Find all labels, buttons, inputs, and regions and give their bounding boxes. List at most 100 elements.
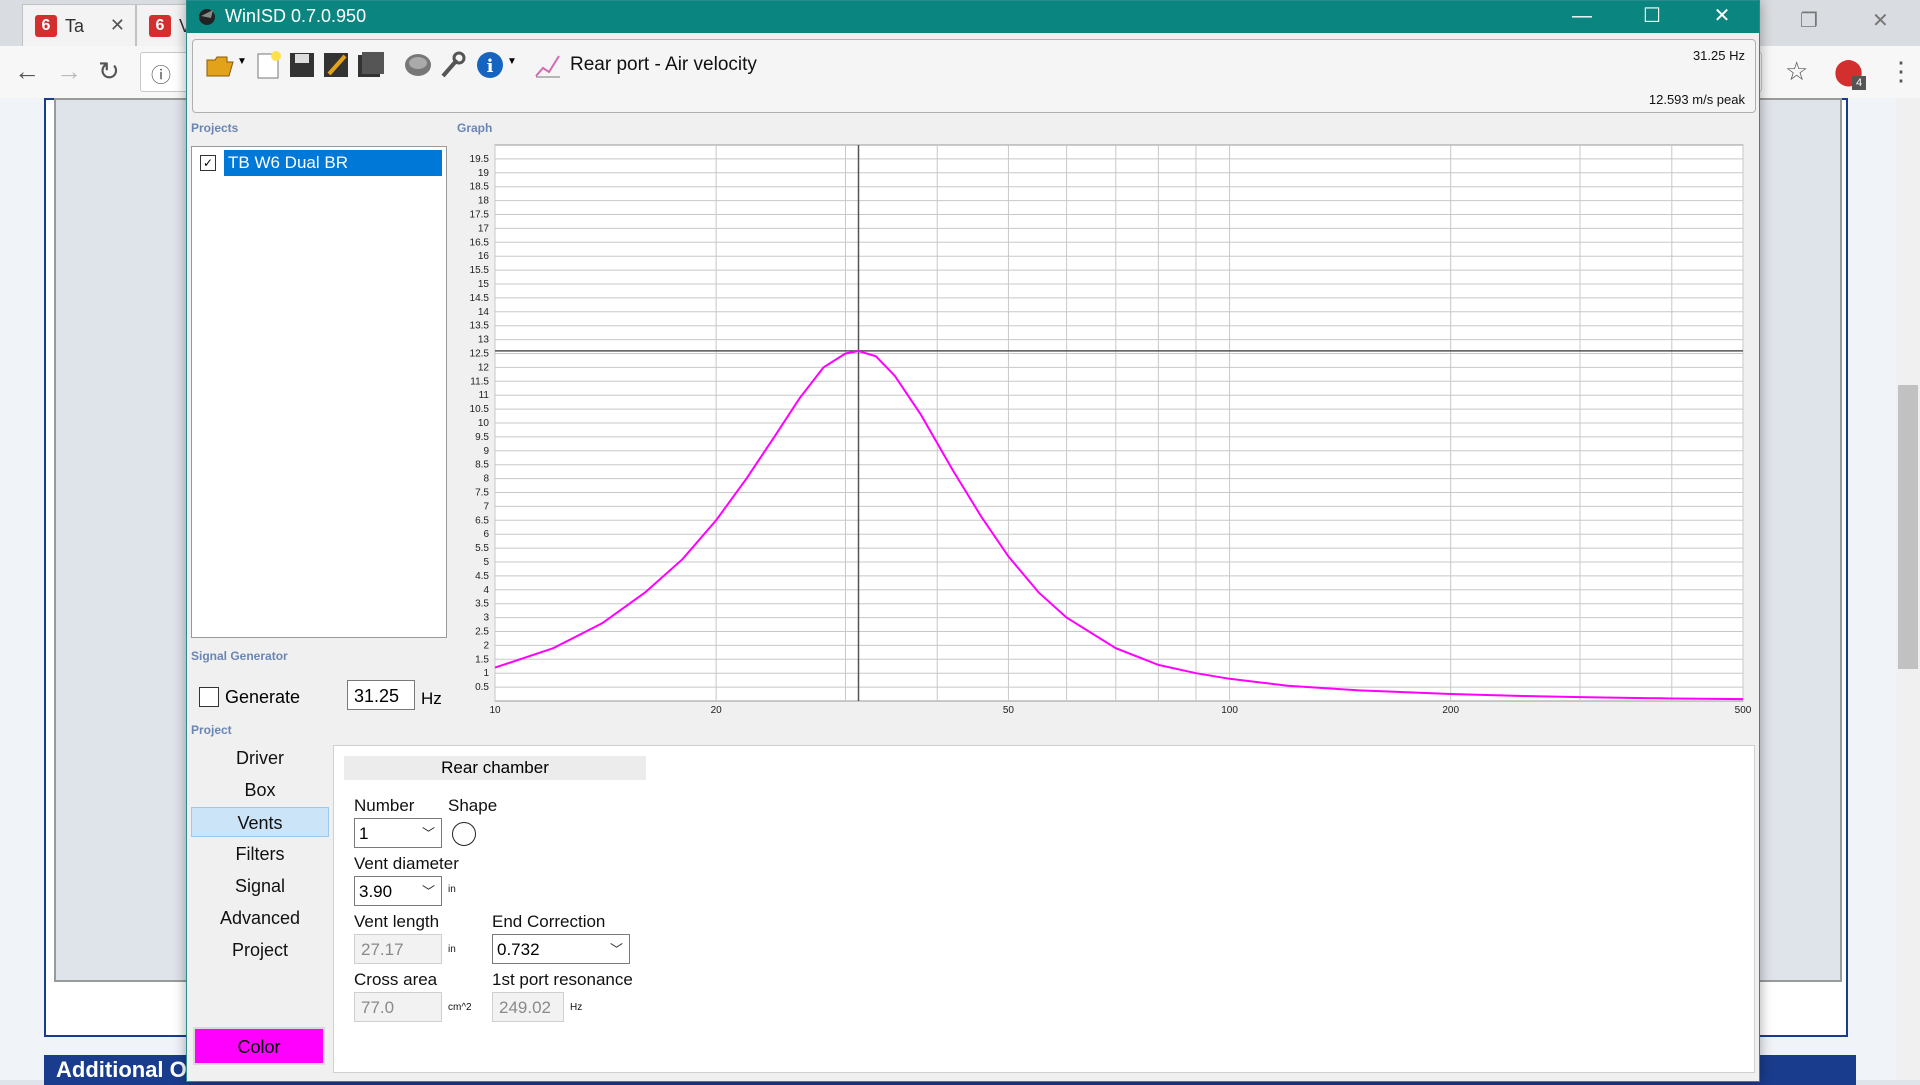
color-button[interactable]: Color	[193, 1027, 325, 1065]
nav-item-box[interactable]: Box	[191, 775, 329, 805]
close-icon[interactable]: ✕	[1872, 8, 1889, 33]
close-button[interactable]: ✕	[1687, 1, 1757, 33]
graph-type-label[interactable]: Rear port - Air velocity	[570, 54, 757, 76]
chevron-down-icon[interactable]: ▼	[237, 56, 247, 67]
project-section-label: Project	[191, 723, 232, 737]
y-tick-label: 6.5	[475, 515, 489, 526]
project-nav: Driver Box Vents Filters Signal Advanced…	[191, 743, 329, 967]
project-checkbox[interactable]: ✓	[200, 155, 216, 171]
y-tick-label: 14.5	[470, 293, 490, 304]
chevron-down-icon[interactable]: ▼	[507, 56, 517, 67]
save-as-icon[interactable]	[321, 50, 351, 80]
cross-area-unit: cm^2	[448, 1002, 472, 1013]
cross-area-field: 77.0	[354, 992, 442, 1022]
signal-generator-section-label: Signal Generator	[191, 649, 288, 663]
info-icon[interactable]: i	[475, 50, 505, 80]
end-correction-select[interactable]: 0.732 ﹀	[492, 934, 630, 964]
y-tick-label: 1.5	[475, 654, 489, 665]
new-project-icon[interactable]	[253, 50, 283, 80]
shape-label: Shape	[448, 796, 498, 815]
y-tick-label: 12.5	[470, 349, 490, 360]
projects-list[interactable]: ✓ TB W6 Dual BR	[191, 146, 447, 638]
chevron-down-icon: ﹀	[609, 942, 623, 957]
end-correction-label: End Correction	[492, 912, 606, 931]
y-tick-label: 19.5	[470, 154, 490, 165]
extension-badge: 4	[1852, 76, 1866, 90]
y-tick-label: 7.5	[475, 488, 489, 499]
browser-tab[interactable]: 6 Ta ✕	[22, 4, 136, 47]
driver-editor-icon[interactable]	[403, 50, 433, 80]
cursor-frequency: 31.25 Hz	[1692, 48, 1745, 63]
info-icon[interactable]: ⓘ	[151, 59, 171, 88]
port-resonance-label: 1st port resonance	[492, 970, 633, 989]
air-velocity-graph[interactable]: 0.511.522.533.544.555.566.577.588.599.51…	[455, 141, 1755, 721]
rear-chamber-header: Rear chamber	[344, 756, 646, 780]
y-tick-label: 15.5	[470, 265, 490, 276]
y-tick-label: 17	[478, 223, 490, 234]
y-tick-label: 13	[478, 335, 490, 346]
page-scrollbar-thumb[interactable]	[1898, 385, 1918, 669]
generator-frequency-unit: Hz	[421, 689, 442, 708]
winisd-window: WinISD 0.7.0.950 — ☐ ✕ ▼ i ▼ Rear port -…	[186, 0, 1760, 1082]
toolbar: ▼ i ▼ Rear port - Air velocity 31.25 Hz …	[192, 39, 1756, 113]
y-tick-label: 8.5	[475, 460, 489, 471]
nav-item-project[interactable]: Project	[191, 935, 329, 965]
window-title: WinISD 0.7.0.950	[225, 6, 367, 26]
open-folder-icon[interactable]	[205, 50, 235, 80]
reload-icon[interactable]: ↻	[98, 56, 120, 87]
chevron-down-icon: ﹀	[421, 884, 435, 899]
y-tick-label: 2	[483, 640, 489, 651]
graph-section-label: Graph	[457, 121, 493, 135]
browser-tab-title: Ta	[65, 16, 85, 36]
peak-value: 12.593 m/s peak	[1648, 92, 1745, 107]
number-value: 1	[359, 824, 369, 843]
svg-text:i: i	[487, 56, 494, 77]
port-resonance-field: 249.02	[492, 992, 564, 1022]
restore-icon[interactable]: ❐	[1800, 8, 1818, 33]
y-tick-label: 4.5	[475, 571, 489, 582]
y-tick-label: 5	[483, 557, 489, 568]
vent-diameter-value: 3.90	[359, 882, 393, 901]
y-tick-label: 19	[478, 168, 490, 179]
back-icon[interactable]: ←	[14, 56, 40, 87]
y-tick-label: 4	[483, 585, 489, 596]
vent-diameter-select[interactable]: 3.90 ﹀	[354, 876, 442, 906]
nav-item-filters[interactable]: Filters	[191, 839, 329, 869]
y-tick-label: 9.5	[475, 432, 489, 443]
graph-icon[interactable]	[533, 50, 563, 80]
y-tick-label: 0.5	[475, 682, 489, 693]
nav-item-advanced[interactable]: Advanced	[191, 903, 329, 933]
shape-round-option[interactable]	[452, 822, 476, 846]
nav-item-signal[interactable]: Signal	[191, 871, 329, 901]
y-tick-label: 17.5	[470, 210, 490, 221]
number-select[interactable]: 1 ﹀	[354, 818, 442, 848]
close-icon[interactable]: ✕	[110, 15, 125, 36]
y-tick-label: 2.5	[475, 627, 489, 638]
menu-kebab-icon[interactable]: ⋮	[1888, 56, 1914, 87]
y-tick-label: 3	[483, 613, 489, 624]
projects-section-label: Projects	[191, 121, 239, 135]
vent-diameter-unit: in	[448, 884, 456, 895]
y-tick-label: 18	[478, 196, 490, 207]
tools-wrench-icon[interactable]	[437, 50, 467, 80]
forward-icon[interactable]: →	[56, 56, 82, 87]
x-tick-label: 20	[711, 705, 723, 716]
x-tick-label: 10	[489, 705, 501, 716]
project-name[interactable]: TB W6 Dual BR	[224, 150, 442, 176]
nav-item-vents[interactable]: Vents	[191, 807, 329, 837]
generate-checkbox[interactable]	[199, 687, 219, 707]
bookmark-star-icon[interactable]: ☆	[1785, 56, 1808, 87]
save-icon[interactable]	[287, 50, 317, 80]
vent-diameter-label: Vent diameter	[354, 854, 459, 873]
nav-item-driver[interactable]: Driver	[191, 743, 329, 773]
x-tick-label: 500	[1735, 705, 1752, 716]
maximize-button[interactable]: ☐	[1617, 1, 1687, 33]
save-all-icon[interactable]	[355, 50, 385, 80]
minimize-button[interactable]: —	[1547, 1, 1617, 33]
y-tick-label: 8	[483, 474, 489, 485]
list-item[interactable]: ✓ TB W6 Dual BR	[196, 150, 442, 176]
generator-frequency-input[interactable]: 31.25	[347, 680, 415, 710]
y-tick-label: 12	[478, 362, 490, 373]
y-tick-label: 13.5	[470, 321, 490, 332]
y-tick-label: 1	[483, 668, 489, 679]
